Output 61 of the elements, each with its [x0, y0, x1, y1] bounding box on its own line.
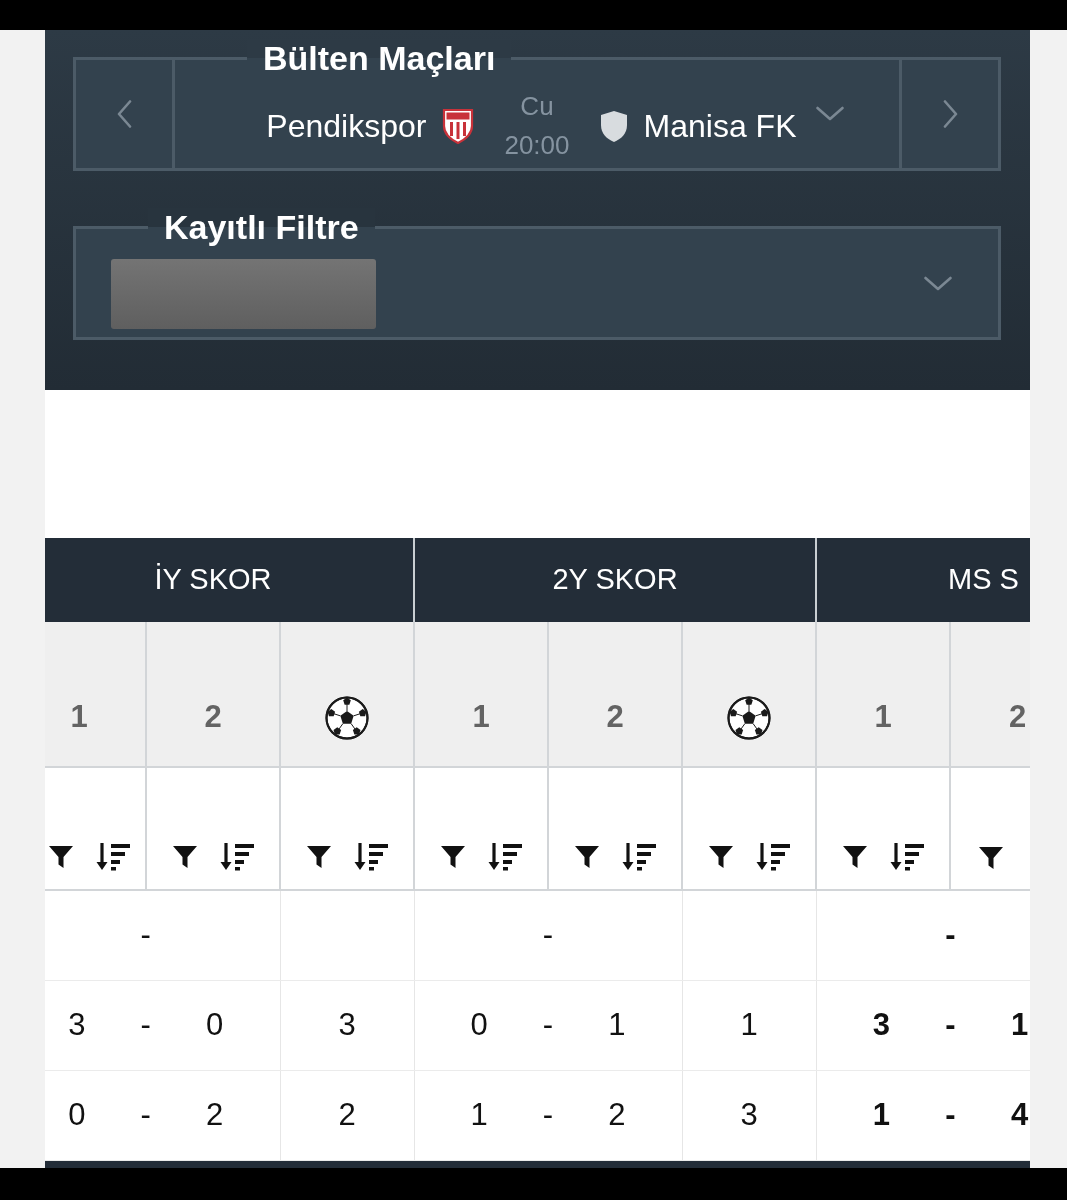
- chevron-down-icon[interactable]: [816, 106, 845, 121]
- soccer-ball-icon: [325, 696, 369, 740]
- filter-icon[interactable]: [708, 843, 734, 870]
- away-score: 4: [1011, 1095, 1029, 1134]
- filter-icon[interactable]: [172, 843, 198, 870]
- filter-icon[interactable]: [978, 845, 1005, 871]
- home-score: 3: [68, 1005, 86, 1044]
- filter-icon[interactable]: [440, 843, 466, 870]
- filter-icon[interactable]: [306, 843, 332, 870]
- column-header: 1: [816, 622, 951, 767]
- shield-icon: [599, 109, 628, 143]
- score-separator: -: [140, 916, 151, 954]
- score-separator: -: [945, 1005, 956, 1044]
- sort-icon[interactable]: [890, 842, 925, 871]
- sort-icon[interactable]: [354, 842, 388, 871]
- column-header: 2: [548, 622, 682, 767]
- chevron-down-icon[interactable]: [924, 275, 952, 291]
- column-group-header: MS S: [816, 538, 1030, 622]
- sort-icon[interactable]: [220, 842, 254, 871]
- away-score: 2: [206, 1095, 224, 1134]
- column-header: 2: [950, 622, 1030, 767]
- team-name: Manisa FK: [643, 107, 797, 146]
- filter-icon[interactable]: [842, 843, 869, 870]
- total-goals: 1: [740, 1006, 758, 1042]
- total-goals: 2: [338, 1096, 356, 1132]
- filter-icon[interactable]: [48, 843, 74, 870]
- home-score: 1: [470, 1095, 488, 1134]
- home-score: 3: [872, 1005, 891, 1044]
- column-header: 2: [146, 622, 280, 767]
- home-score: 1: [872, 1095, 891, 1134]
- total-goals: 3: [740, 1096, 758, 1132]
- home-score: 0: [470, 1005, 488, 1044]
- score-separator: -: [140, 1095, 151, 1134]
- column-header: 1: [414, 622, 548, 767]
- match-time: 20:00: [504, 129, 570, 162]
- score-separator: -: [945, 1095, 956, 1134]
- column-header: 1: [45, 622, 146, 767]
- away-score: 1: [608, 1005, 626, 1044]
- score-separator: -: [140, 1005, 151, 1044]
- team-name: Pendikspor: [266, 107, 427, 146]
- column-group-header: 2Y SKOR: [414, 538, 817, 622]
- score-separator: -: [945, 916, 956, 954]
- chevron-left-icon[interactable]: [116, 100, 132, 128]
- striped-shield-icon: [442, 108, 475, 144]
- sort-icon[interactable]: [756, 842, 790, 871]
- home-score: 0: [68, 1095, 86, 1134]
- filter-icon[interactable]: [574, 843, 600, 870]
- sort-icon[interactable]: [488, 842, 522, 871]
- score-separator: -: [542, 916, 554, 954]
- away-score: 2: [608, 1095, 626, 1134]
- total-goals: 3: [338, 1006, 356, 1042]
- match-day: Cu: [520, 87, 554, 126]
- sort-icon[interactable]: [622, 842, 656, 871]
- column-group-header: İY SKOR: [45, 538, 414, 622]
- score-separator: -: [542, 1095, 554, 1134]
- sort-icon[interactable]: [96, 842, 130, 871]
- soccer-ball-icon: [727, 696, 771, 740]
- away-score: 0: [206, 1005, 224, 1044]
- away-score: 1: [1011, 1005, 1029, 1044]
- chevron-right-icon[interactable]: [942, 100, 958, 128]
- score-separator: -: [542, 1005, 554, 1044]
